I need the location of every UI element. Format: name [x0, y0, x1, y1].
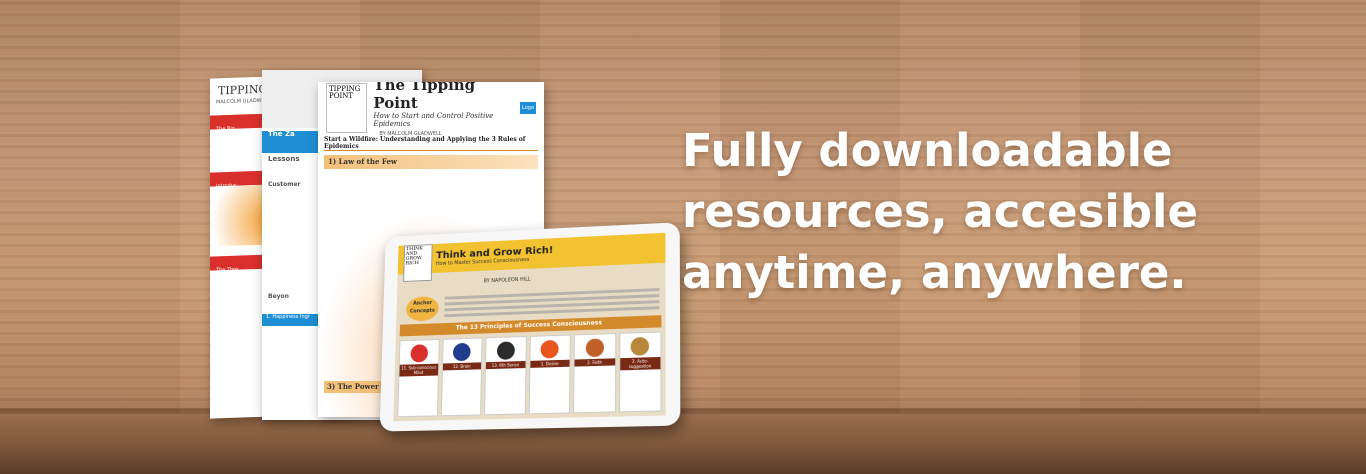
tablet-header: THINK AND GROW RICH Think and Grow Rich!…: [398, 233, 666, 275]
headline-line-2: resources, accesible: [682, 181, 1322, 242]
eye-icon: [497, 341, 515, 359]
page-title: The Tipping Point: [373, 82, 514, 112]
flame-icon: [541, 340, 559, 359]
brain-icon: [453, 343, 471, 361]
mountain-icon: [585, 338, 603, 357]
principle-tiles: 11. Sub-conscious Mind 12. Brain 13. 6th…: [397, 331, 661, 417]
principle-tile: 12. Brain: [440, 337, 482, 416]
hand-icon: [631, 337, 650, 356]
page-header: TIPPING POINT The Tipping Point How to S…: [326, 88, 536, 128]
body-text: [444, 285, 659, 320]
page-subtitle: How to Start and Control Positive Epidem…: [373, 112, 514, 128]
section-heading: Start a Wildfire: Understanding and Appl…: [324, 136, 538, 151]
principle-tile: 2. Faith: [573, 333, 616, 413]
headline-line-1: Fully downloadable: [682, 120, 1322, 181]
principle-tile: 11. Sub-conscious Mind: [397, 339, 439, 417]
law-heading: 1) Law of the Few: [324, 155, 538, 169]
tablet-device: THINK AND GROW RICH Think and Grow Rich!…: [380, 222, 681, 431]
headline: Fully downloadable resources, accesible …: [682, 120, 1322, 303]
heart-icon: [410, 344, 428, 362]
byline: BY NAPOLEON HILL: [484, 277, 531, 285]
principle-tile: 3. Auto-suggestion: [619, 331, 662, 412]
headline-line-3: anytime, anywhere.: [682, 242, 1322, 303]
shelf-front: [0, 414, 1366, 474]
anchor-concepts-badge: Anchor Concepts: [406, 296, 439, 322]
principle-tile: 13. 6th Sense: [484, 336, 526, 415]
tablet-screen: THINK AND GROW RICH Think and Grow Rich!…: [393, 233, 665, 421]
book-cover: THINK AND GROW RICH: [403, 244, 433, 282]
principle-tile: 1. Desire: [528, 335, 571, 415]
book-cover: TIPPING POINT: [326, 83, 367, 133]
logo-badge: Logo: [520, 102, 536, 114]
